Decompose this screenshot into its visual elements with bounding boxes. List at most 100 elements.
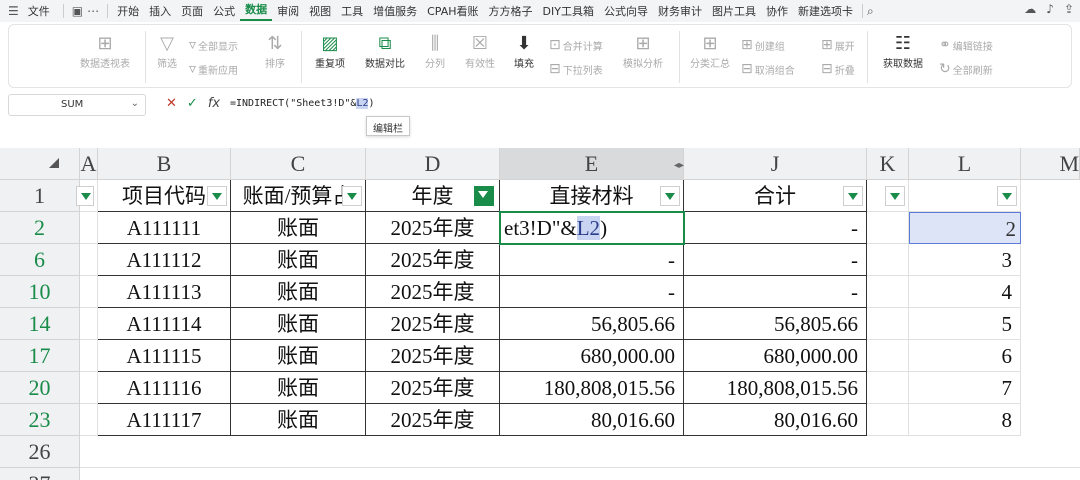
row-header-26[interactable]: 26 [0,436,80,468]
select-all-corner[interactable] [0,148,80,180]
tab-value-added[interactable]: 增值服务 [368,3,422,19]
cell-total[interactable]: 80,016.60 [684,404,867,436]
cell-code[interactable]: A111113 [98,276,231,308]
cell-k[interactable] [867,244,909,276]
cell-k[interactable] [867,212,909,244]
tab-data[interactable]: 数据 [240,1,273,21]
chevron-down-icon[interactable]: ⌄ [131,98,139,109]
col-header-c[interactable]: C [231,148,366,180]
cell-code[interactable]: A111116 [98,372,231,404]
cell-type[interactable]: 账面 [231,308,366,340]
col-header-l[interactable]: L [909,148,1021,180]
cell-type[interactable]: 账面 [231,340,366,372]
row-header-20[interactable]: 20 [0,372,80,404]
cell-year[interactable]: 2025年度 [366,212,500,244]
tab-formula-wizard[interactable]: 公式向导 [599,3,653,19]
subtotal-button[interactable]: ⊞ 分类汇总 [685,33,735,70]
cell-l[interactable]: 6 [909,340,1021,372]
cell-a[interactable] [80,244,98,276]
bell-icon[interactable]: ♪ [1046,2,1054,16]
cell-a[interactable] [80,404,98,436]
create-group-button[interactable]: ⊞ 创建组 [741,37,785,53]
cell-k[interactable] [867,340,909,372]
cell-a[interactable] [80,372,98,404]
formula-input[interactable]: =INDIRECT("Sheet3!D"&L2) [230,98,375,109]
compare-button[interactable]: ⧉ 数据对比 [359,33,411,70]
cell-type[interactable]: 账面 [231,212,366,244]
empty-row[interactable] [80,436,1080,468]
cell-total[interactable]: - [684,244,867,276]
col-header-j[interactable]: J [684,148,867,180]
consolidate-button[interactable]: ⊡ 合并计算 [549,37,603,53]
fill-button[interactable]: ⬇ 填充 [507,33,541,70]
confirm-icon[interactable]: ✓ [187,96,198,111]
filter-dropdown-e[interactable] [660,186,680,206]
cell-total[interactable]: - [684,276,867,308]
row-header-23[interactable]: 23 [0,404,80,436]
active-edit-cell[interactable]: et3!D"&L2) [499,211,685,245]
tab-audit[interactable]: 财务审计 [653,3,707,19]
filter-active-icon[interactable] [474,186,494,206]
row-header-10[interactable]: 10 [0,276,80,308]
tab-picture-tools[interactable]: 图片工具 [707,3,761,19]
filter-dropdown-c[interactable] [342,186,362,206]
tab-diy[interactable]: DIY工具箱 [538,3,599,19]
row-header-6[interactable]: 6 [0,244,80,276]
hamburger-icon[interactable]: ☰ [8,4,19,18]
cell-k[interactable] [867,372,909,404]
tab-review[interactable]: 审阅 [272,3,304,19]
cell-l[interactable]: 5 [909,308,1021,340]
cell-j1[interactable]: 合计 [684,180,867,212]
cell-year[interactable]: 2025年度 [366,404,500,436]
refresh-all-button[interactable]: ↻ 全部刷新 [939,61,993,77]
collapse-button[interactable]: ⊟ 折叠 [821,61,855,77]
expand-button[interactable]: ⊞ 展开 [821,37,855,53]
cell-code[interactable]: A111117 [98,404,231,436]
cell-direct-material[interactable]: 680,000.00 [500,340,684,372]
cell-a[interactable] [80,340,98,372]
tab-home[interactable]: 开始 [112,3,144,19]
filter-dropdown-a[interactable] [76,186,94,206]
col-header-b[interactable]: B [98,148,231,180]
cell-a[interactable] [80,276,98,308]
edit-links-button[interactable]: ⚭ 编辑链接 [939,37,993,53]
pivot-table-button[interactable]: ⊞ 数据透视表 [75,33,135,70]
cell-e1[interactable]: 直接材料 [500,180,684,212]
cell-direct-material[interactable]: 56,805.66 [500,308,684,340]
reapply-button[interactable]: ▿ 重新应用 [189,61,238,77]
cell-code[interactable]: A111115 [98,340,231,372]
tab-formula[interactable]: 公式 [208,3,240,19]
cell-type[interactable]: 账面 [231,276,366,308]
tab-insert[interactable]: 插入 [144,3,176,19]
simulate-button[interactable]: ⊞ 模拟分析 [615,33,671,70]
menu-file[interactable]: 文件 [23,3,55,19]
filter-dropdown-b[interactable] [207,186,227,206]
col-header-e[interactable]: E [500,148,684,180]
cell-direct-material[interactable]: - [500,244,684,276]
cell-type[interactable]: 账面 [231,244,366,276]
cell-direct-material[interactable]: - [500,276,684,308]
cell-type[interactable]: 账面 [231,404,366,436]
cell-code[interactable]: A111111 [98,212,231,244]
cell-k[interactable] [867,404,909,436]
col-header-a[interactable]: A [80,148,98,180]
row-header-14[interactable]: 14 [0,308,80,340]
tab-cpah[interactable]: CPAH看账 [422,3,483,19]
filter-dropdown-l[interactable] [997,186,1017,206]
cell-k[interactable] [867,308,909,340]
tab-page[interactable]: 页面 [176,3,208,19]
duplicates-button[interactable]: ▨ 重复项 [307,33,353,70]
tab-view[interactable]: 视图 [304,3,336,19]
row-header-2[interactable]: 2 [0,212,80,244]
cell-year[interactable]: 2025年度 [366,372,500,404]
col-header-k[interactable]: K [867,148,909,180]
split-column-button[interactable]: ⫼ 分列 [417,33,453,70]
cell-year[interactable]: 2025年度 [366,244,500,276]
row-header-27[interactable]: 27 [0,468,80,480]
filter-button[interactable]: ▽ 筛选 [149,33,185,70]
cell-k[interactable] [867,276,909,308]
referenced-cell-l2[interactable]: 2 [909,212,1021,244]
cloud-icon[interactable]: ☁ [1024,2,1036,16]
show-all-button[interactable]: ▿ 全部显示 [189,37,238,53]
col-header-m[interactable]: M [1021,148,1080,180]
